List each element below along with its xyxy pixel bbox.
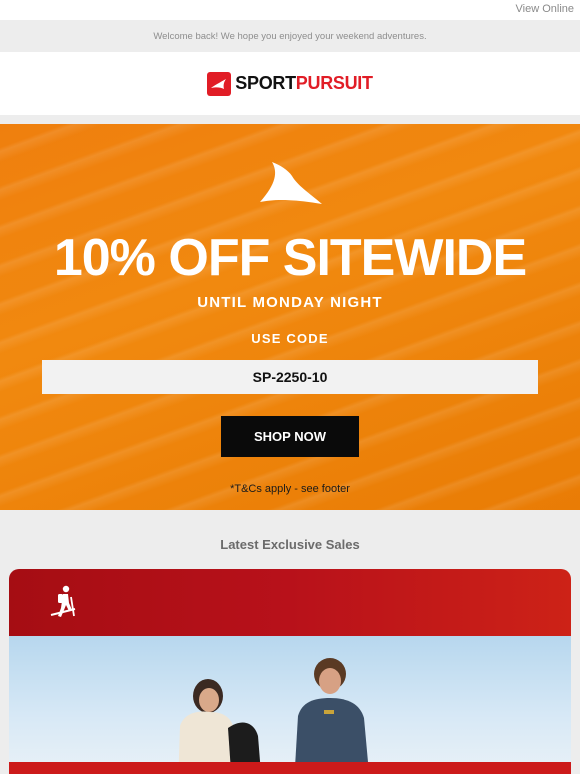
- promo-subtitle: UNTIL MONDAY NIGHT: [197, 294, 383, 311]
- section-title: Latest Exclusive Sales: [0, 510, 580, 578]
- shark-fin-icon: [260, 162, 322, 204]
- sales-title: Latest Exclusive Sales: [220, 536, 360, 552]
- spacer: [0, 115, 580, 124]
- person-left-image: [178, 679, 262, 774]
- logo-text-pursuit: PURSUIT: [295, 73, 373, 93]
- top-bar: View Online: [0, 0, 580, 20]
- logo-shark-icon: [207, 71, 232, 96]
- shop-now-button[interactable]: SHOP NOW: [221, 416, 359, 457]
- header: SPORTPURSUIT: [0, 52, 580, 115]
- promo-code-box[interactable]: SP-2250-10: [42, 360, 538, 394]
- shop-now-label: SHOP NOW: [254, 429, 326, 444]
- sale-card[interactable]: [9, 569, 571, 774]
- sale-card-header: [9, 569, 571, 636]
- promo-hero[interactable]: 10% OFF SITEWIDE UNTIL MONDAY NIGHT USE …: [0, 124, 580, 510]
- logo-text: SPORTPURSUIT: [235, 73, 373, 94]
- promo-code: SP-2250-10: [252, 369, 328, 385]
- logo-text-sport: SPORT: [235, 73, 296, 93]
- welcome-text: Welcome back! We hope you enjoyed your w…: [153, 30, 427, 42]
- use-code-label: USE CODE: [251, 331, 329, 346]
- promo-title: 10% OFF SITEWIDE: [53, 229, 527, 287]
- sportpursuit-logo[interactable]: SPORTPURSUIT: [207, 71, 373, 96]
- hiker-icon: [50, 585, 76, 617]
- sale-card-image[interactable]: [9, 636, 571, 774]
- person-right-image: [294, 658, 370, 774]
- view-online-link[interactable]: View Online: [516, 3, 575, 15]
- welcome-banner: Welcome back! We hope you enjoyed your w…: [0, 20, 580, 52]
- terms-note: *T&Cs apply - see footer: [230, 483, 350, 495]
- red-surface: [9, 762, 571, 774]
